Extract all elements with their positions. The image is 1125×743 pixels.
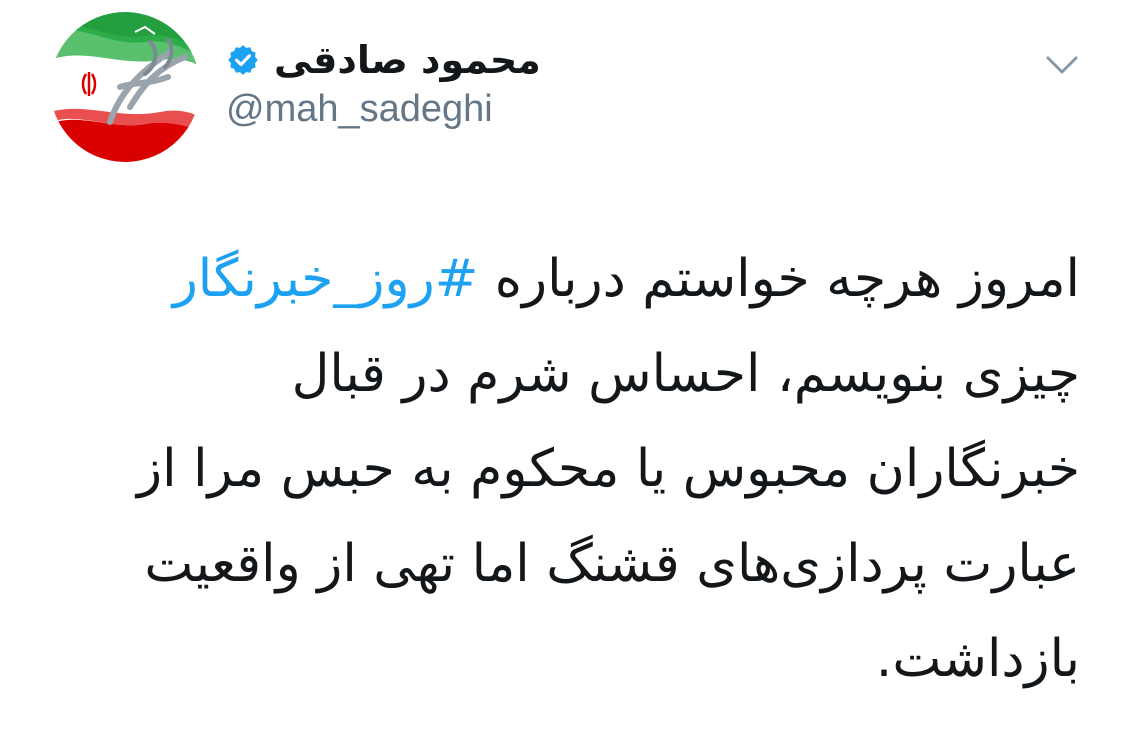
tweet-line-3: خبرنگاران محبوس یا محکوم به حبس مرا از <box>136 439 1080 499</box>
tweet-line-4: عبارت پردازی‌های قشنگ اما تهی از واقعیت <box>144 534 1080 594</box>
tweet-line-1-text: امروز هرچه خواستم درباره <box>478 249 1080 309</box>
tweet-text: امروز هرچه خواستم درباره #روز_خبرنگار چی… <box>100 232 1080 707</box>
hashtag-link[interactable]: #روز_خبرنگار <box>173 249 479 309</box>
flag-logo-icon <box>50 12 200 162</box>
author-name-row[interactable]: محمود صادقی <box>226 30 541 90</box>
verified-badge-icon <box>228 45 258 75</box>
tweet-line-2: چیزی بنویسم، احساس شرم در قبال <box>291 344 1080 404</box>
tweet-line-5: بازداشت. <box>875 629 1080 689</box>
author-handle[interactable]: @mah_sadeghi <box>226 88 493 131</box>
tweet-line-1: امروز هرچه خواستم درباره #روز_خبرنگار <box>100 232 1080 327</box>
avatar[interactable] <box>50 12 200 162</box>
chevron-down-icon[interactable] <box>1042 48 1082 82</box>
tweet-card: محمود صادقی @mah_sadeghi امروز هرچه خواس… <box>0 0 1125 743</box>
author-display-name[interactable]: محمود صادقی <box>274 38 541 82</box>
